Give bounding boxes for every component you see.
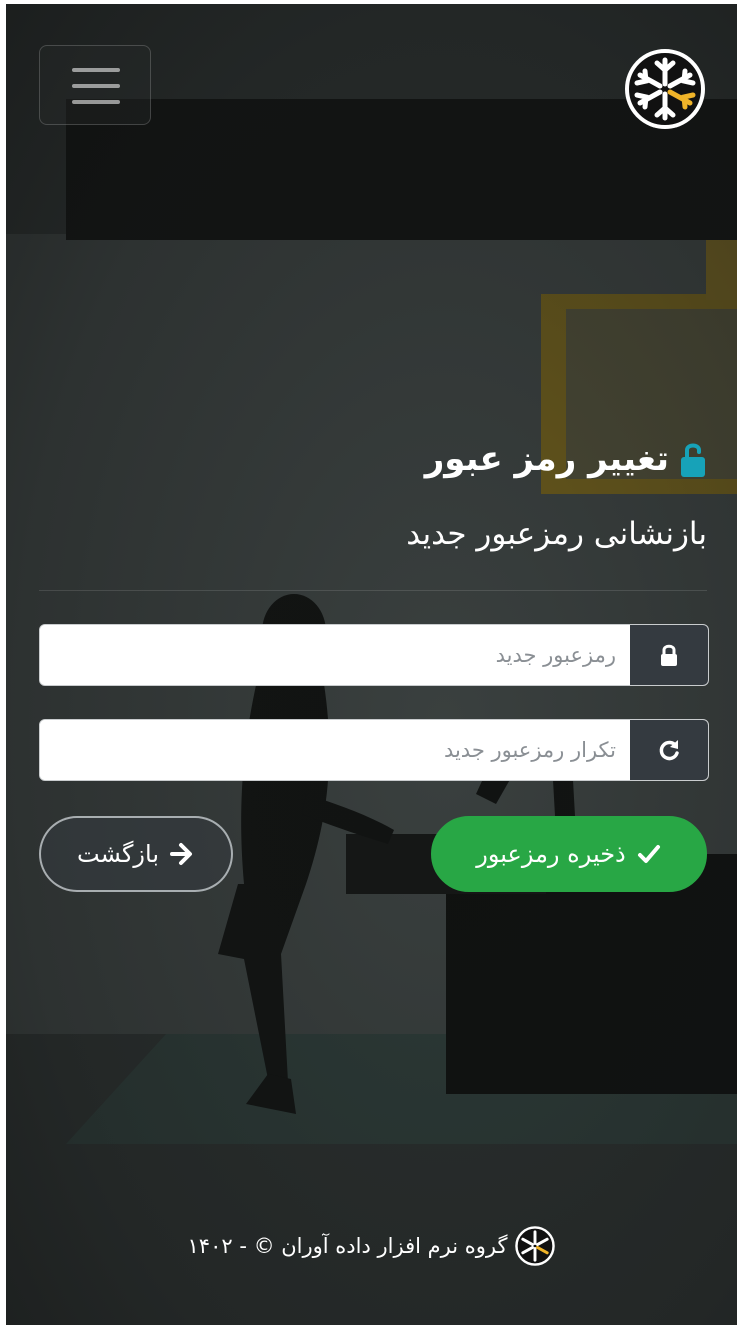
new-password-group <box>39 624 709 686</box>
hamburger-bar <box>72 68 120 72</box>
page-title: تغییر رمز عبور <box>424 439 669 479</box>
page-subtitle: بازنشانی رمزعبور جدید <box>406 516 707 552</box>
divider <box>39 590 707 591</box>
refresh-icon <box>659 740 679 761</box>
unlock-icon <box>681 443 705 477</box>
new-password-addon <box>630 625 708 685</box>
repeat-password-input[interactable] <box>40 720 630 780</box>
screen: تغییر رمز عبور بازنشانی رمزعبور جدید ذخی… <box>6 4 737 1325</box>
repeat-password-group <box>39 719 709 781</box>
hamburger-bar <box>72 84 120 88</box>
footer-copyright: گروه نرم افزار داده آوران © - ۱۴۰۲ <box>187 1234 508 1258</box>
menu-button[interactable] <box>39 45 151 125</box>
save-password-label: ذخیره رمزعبور <box>476 840 626 868</box>
hamburger-bar <box>72 100 120 104</box>
lock-icon <box>661 644 677 666</box>
page-heading: تغییر رمز عبور <box>425 434 707 484</box>
snowflake-logo-icon <box>515 1226 556 1266</box>
footer: گروه نرم افزار داده آوران © - ۱۴۰۲ <box>6 1226 737 1266</box>
check-icon <box>637 845 660 863</box>
repeat-password-addon <box>630 720 708 780</box>
new-password-input[interactable] <box>40 625 630 685</box>
arrow-right-icon <box>170 843 192 865</box>
save-password-button[interactable]: ذخیره رمزعبور <box>431 816 707 892</box>
back-label: بازگشت <box>77 840 159 868</box>
snowflake-logo-icon[interactable] <box>624 48 706 130</box>
back-button[interactable]: بازگشت <box>39 816 233 892</box>
